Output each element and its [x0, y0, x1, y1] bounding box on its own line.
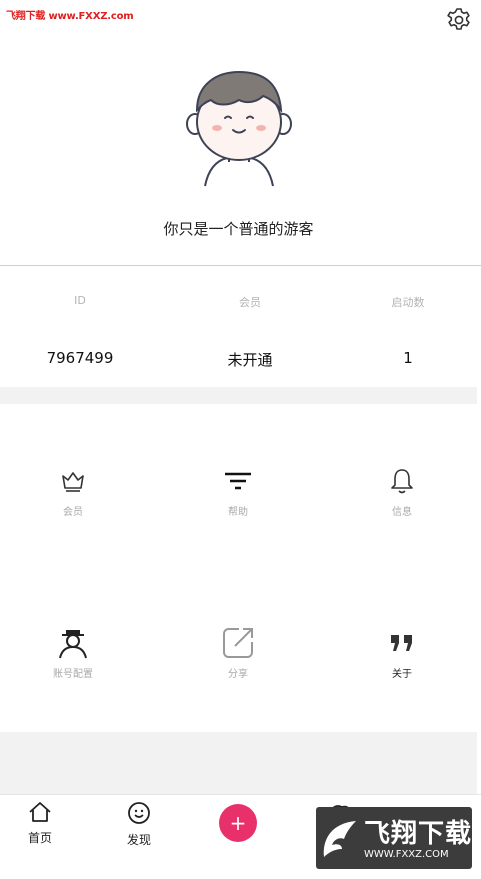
logo-watermark: 飞翔下载 WWW.FXXZ.COM — [316, 807, 472, 869]
logo-title: 飞翔下载 — [364, 819, 472, 849]
grid-item-info[interactable]: 信息 — [322, 464, 481, 544]
bottom-spacer — [0, 732, 477, 794]
avatar[interactable] — [183, 66, 295, 188]
stats-panel: ID 会员 启动数 7967499 未开通 1 — [0, 267, 477, 387]
grid-item-label: 会员 — [63, 507, 83, 518]
grid-item-label: 关于 — [392, 669, 412, 680]
nickname: 你只是一个普通的游客 — [163, 220, 314, 238]
crown-icon — [56, 464, 90, 498]
grid-item-account-config[interactable]: 账号配置 — [0, 626, 153, 706]
grid-item-label: 信息 — [392, 507, 412, 518]
stat-value-id: 7967499 — [46, 349, 114, 367]
grid-item-label: 帮助 — [228, 507, 248, 518]
tab-discover[interactable]: 发现 — [109, 801, 169, 848]
bell-icon — [385, 464, 419, 498]
grid-item-about[interactable]: 关于 — [322, 626, 481, 706]
logo-url: WWW.FXXZ.COM — [364, 849, 449, 860]
tab-label: 首页 — [27, 831, 52, 845]
stat-label-member: 会员 — [239, 296, 261, 309]
account-config-icon — [56, 626, 90, 660]
grid-item-help[interactable]: 帮助 — [158, 464, 318, 544]
logo-emblem-icon — [323, 821, 356, 857]
stat-value-launches: 1 — [403, 349, 413, 367]
filter-icon — [221, 464, 255, 498]
home-icon — [29, 802, 51, 822]
add-button[interactable]: + — [219, 804, 257, 842]
discover-icon — [128, 802, 150, 824]
share-icon — [221, 626, 255, 660]
stat-value-member: 未开通 — [227, 351, 273, 369]
feature-grid: 会员 帮助 信息 账号配置 分享 关于 — [0, 404, 477, 732]
tab-label: 发现 — [126, 833, 151, 847]
grid-item-label: 账号配置 — [53, 669, 93, 680]
stat-label-id: ID — [74, 294, 86, 307]
grid-item-member[interactable]: 会员 — [0, 464, 153, 544]
grid-item-label: 分享 — [228, 669, 248, 680]
section-divider — [0, 387, 477, 404]
grid-item-share[interactable]: 分享 — [158, 626, 318, 706]
stat-label-launches: 启动数 — [391, 296, 425, 309]
quote-icon — [385, 626, 419, 660]
tab-home[interactable]: 首页 — [10, 801, 70, 846]
profile-header: 你只是一个普通的游客 — [0, 0, 481, 266]
